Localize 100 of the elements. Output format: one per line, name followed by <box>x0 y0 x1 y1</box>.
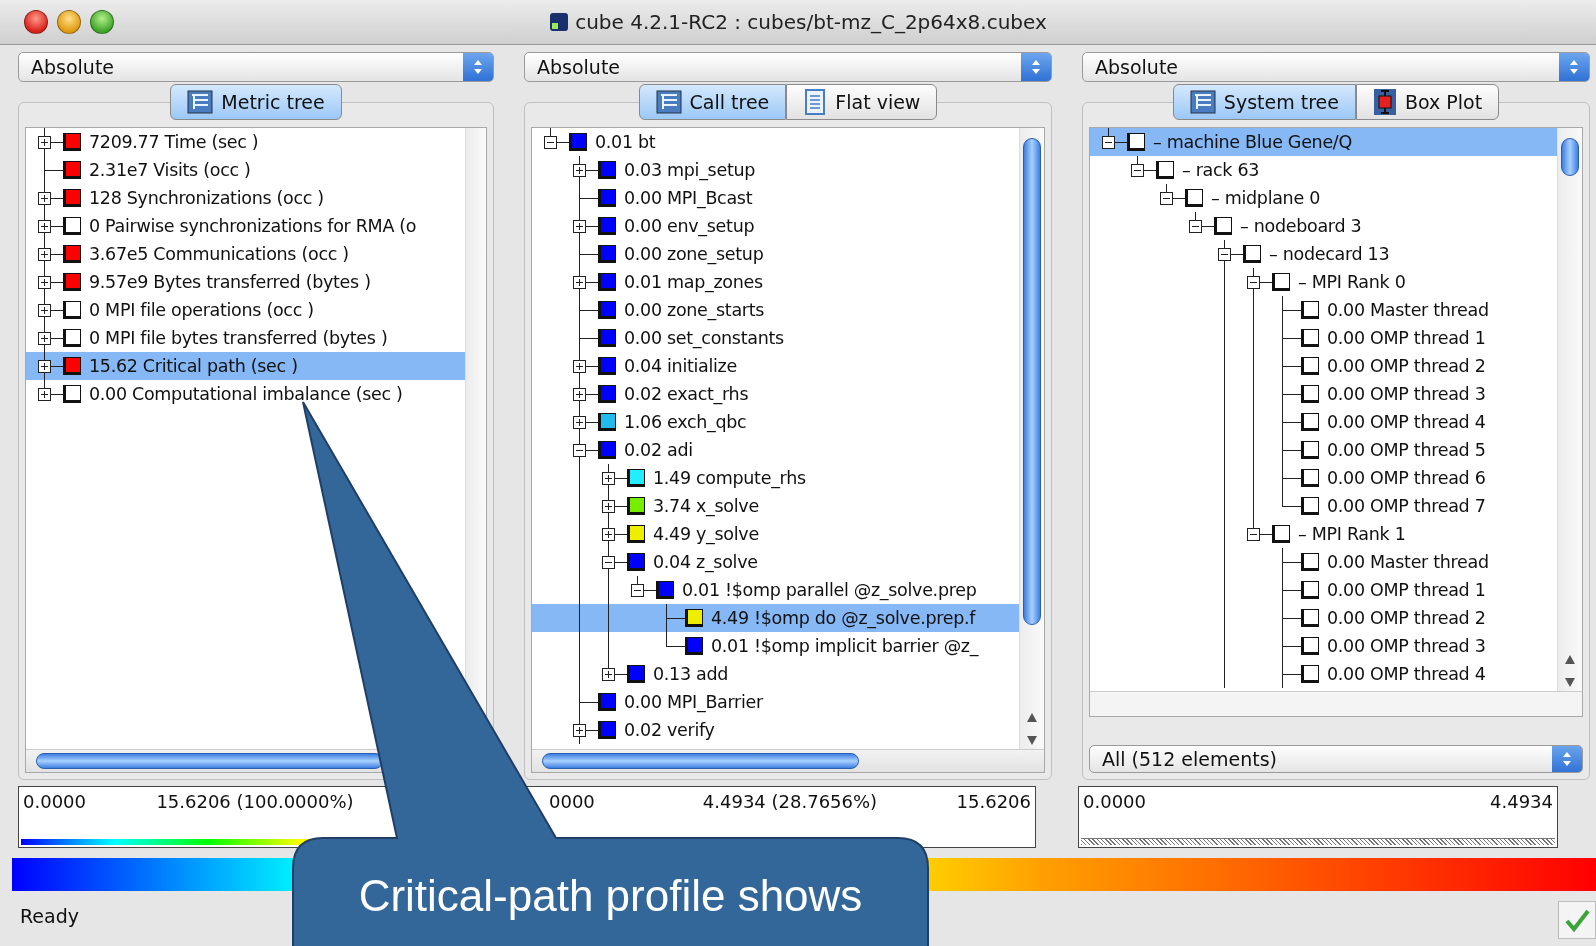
collapse-icon[interactable] <box>1247 276 1260 289</box>
tree-row[interactable]: – nodecard 13 <box>1090 240 1557 268</box>
tree-row[interactable]: 0.00 OMP thread 1 <box>1090 576 1557 604</box>
tree-row[interactable]: 0.01 bt <box>532 128 1019 156</box>
tree-row[interactable]: 0.13 add <box>532 660 1019 688</box>
tree-row[interactable]: 0 MPI file bytes transferred (bytes ) <box>26 324 465 352</box>
expand-icon[interactable] <box>38 276 51 289</box>
expand-icon[interactable] <box>38 388 51 401</box>
tree-row[interactable]: 0.00 OMP thread 7 <box>1090 492 1557 520</box>
horizontal-scrollbar[interactable] <box>532 749 1044 772</box>
expand-icon[interactable] <box>602 472 615 485</box>
tree-row[interactable]: – MPI Rank 1 <box>1090 520 1557 548</box>
scroll-thumb[interactable] <box>1023 138 1041 625</box>
tree-row[interactable]: 0.00 zone_starts <box>532 296 1019 324</box>
tree-row[interactable]: – MPI Rank 0 <box>1090 268 1557 296</box>
tree-row[interactable]: 0.00 MPI_Barrier <box>532 688 1019 716</box>
horizontal-scrollbar[interactable] <box>1090 691 1582 716</box>
expand-icon[interactable] <box>573 416 586 429</box>
tree-row[interactable]: 0.00 OMP thread 3 <box>1090 380 1557 408</box>
tree-row[interactable]: 1.49 compute_rhs <box>532 464 1019 492</box>
expand-icon[interactable] <box>38 192 51 205</box>
collapse-icon[interactable] <box>1160 192 1173 205</box>
tree-row[interactable]: 3.74 x_solve <box>532 492 1019 520</box>
collapse-icon[interactable] <box>602 556 615 569</box>
expand-icon[interactable] <box>573 388 586 401</box>
collapse-icon[interactable] <box>573 444 586 457</box>
collapse-icon[interactable] <box>1131 164 1144 177</box>
mode-dropdown[interactable]: Absolute <box>1082 52 1590 82</box>
tree-row[interactable]: 7209.77 Time (sec ) <box>26 128 465 156</box>
tree-row[interactable]: – machine Blue Gene/Q <box>1090 128 1557 156</box>
view-tab[interactable]: Flat view <box>786 84 938 120</box>
tree-row[interactable]: 0.03 mpi_setup <box>532 156 1019 184</box>
view-tab[interactable]: Call tree <box>638 84 787 120</box>
tree-row[interactable]: 2.31e7 Visits (occ ) <box>26 156 465 184</box>
expand-icon[interactable] <box>602 528 615 541</box>
tree-row[interactable]: 4.49 !$omp do @z_solve.prep.f <box>532 604 1019 632</box>
tree-row[interactable]: 0.00 OMP thread 2 <box>1090 352 1557 380</box>
tree-row[interactable]: 0.00 OMP thread 3 <box>1090 632 1557 660</box>
scroll-up-icon[interactable] <box>1565 655 1575 664</box>
scroll-thumb[interactable] <box>36 753 383 769</box>
view-tab[interactable]: Box Plot <box>1355 84 1500 120</box>
view-tab[interactable]: Metric tree <box>170 84 342 120</box>
tree-row[interactable]: 1.06 exch_qbc <box>532 408 1019 436</box>
scroll-thumb[interactable] <box>1561 138 1579 176</box>
tree-row[interactable]: 0.01 !$omp implicit barrier @z_ <box>532 632 1019 660</box>
mode-dropdown[interactable]: Absolute <box>18 52 494 82</box>
expand-icon[interactable] <box>602 668 615 681</box>
collapse-icon[interactable] <box>631 584 644 597</box>
tree-row[interactable]: 0.00 zone_setup <box>532 240 1019 268</box>
tree-row[interactable]: 0.00 MPI_Bcast <box>532 184 1019 212</box>
tree-row[interactable]: 0.00 OMP thread 4 <box>1090 408 1557 436</box>
collapse-icon[interactable] <box>1247 528 1260 541</box>
tree-row[interactable]: 0.00 set_constants <box>532 324 1019 352</box>
tree-row[interactable]: 0.04 z_solve <box>532 548 1019 576</box>
vertical-scrollbar[interactable] <box>1019 128 1044 749</box>
expand-icon[interactable] <box>38 304 51 317</box>
tree-row[interactable]: 0 MPI file operations (occ ) <box>26 296 465 324</box>
tree-row[interactable]: 0 Pairwise synchronizations for RMA (o <box>26 212 465 240</box>
tree-row[interactable]: 0.00 env_setup <box>532 212 1019 240</box>
tree-row[interactable]: 0.00 Computational imbalance (sec ) <box>26 380 465 408</box>
tree-row[interactable]: 0.00 Master thread <box>1090 548 1557 576</box>
tree-row[interactable]: 0.00 OMP thread 2 <box>1090 604 1557 632</box>
expand-icon[interactable] <box>573 360 586 373</box>
close-button[interactable] <box>24 10 48 34</box>
mode-dropdown[interactable]: Absolute <box>524 52 1052 82</box>
tree-row[interactable]: 0.00 OMP thread 1 <box>1090 324 1557 352</box>
tree-row[interactable]: 3.67e5 Communications (occ ) <box>26 240 465 268</box>
expand-icon[interactable] <box>38 332 51 345</box>
collapse-icon[interactable] <box>544 136 557 149</box>
vertical-scrollbar[interactable] <box>1557 128 1582 691</box>
collapse-icon[interactable] <box>1189 220 1202 233</box>
tree-row[interactable]: 4.49 y_solve <box>532 520 1019 548</box>
tree-row[interactable]: 0.02 adi <box>532 436 1019 464</box>
tree-row[interactable]: 0.02 verify <box>532 716 1019 744</box>
minimize-button[interactable] <box>57 10 81 34</box>
expand-icon[interactable] <box>573 220 586 233</box>
tree-row[interactable]: 0.00 Master thread <box>1090 296 1557 324</box>
scroll-up-icon[interactable] <box>1027 713 1037 722</box>
tree-row[interactable]: – midplane 0 <box>1090 184 1557 212</box>
element-dropdown[interactable]: All (512 elements) <box>1089 745 1583 773</box>
tree-row[interactable]: 0.00 OMP thread 5 <box>1090 436 1557 464</box>
tree-row[interactable]: 9.57e9 Bytes transferred (bytes ) <box>26 268 465 296</box>
tree-row[interactable]: 0.04 initialize <box>532 352 1019 380</box>
expand-icon[interactable] <box>38 220 51 233</box>
tree-row[interactable]: – rack 63 <box>1090 156 1557 184</box>
tree-row[interactable]: – nodeboard 3 <box>1090 212 1557 240</box>
tree-row[interactable]: 0.00 OMP thread 4 <box>1090 660 1557 688</box>
expand-icon[interactable] <box>573 164 586 177</box>
collapse-icon[interactable] <box>1218 248 1231 261</box>
expand-icon[interactable] <box>38 136 51 149</box>
zoom-button[interactable] <box>90 10 114 34</box>
expand-icon[interactable] <box>38 248 51 261</box>
expand-icon[interactable] <box>573 276 586 289</box>
tree-row[interactable]: 128 Synchronizations (occ ) <box>26 184 465 212</box>
collapse-icon[interactable] <box>1102 136 1115 149</box>
scroll-thumb[interactable] <box>542 753 859 769</box>
view-tab[interactable]: System tree <box>1172 84 1356 120</box>
tree-row[interactable]: 0.00 OMP thread 6 <box>1090 464 1557 492</box>
tree-row[interactable]: 0.02 exact_rhs <box>532 380 1019 408</box>
tree-row[interactable]: 15.62 Critical path (sec ) <box>26 352 465 380</box>
